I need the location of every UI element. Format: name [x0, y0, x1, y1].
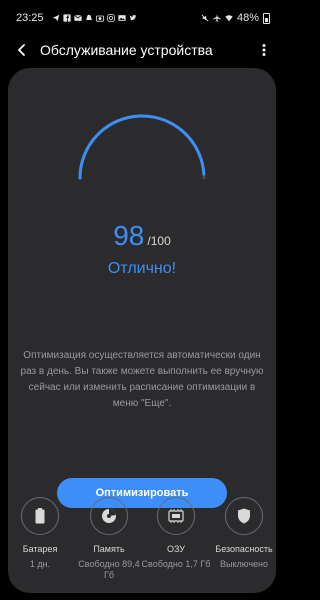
- tool-battery-value: 1 дн.: [29, 559, 51, 569]
- battery-icon: [35, 508, 45, 524]
- score-display: 98/100: [8, 222, 276, 250]
- tool-memory-label: ОЗУ: [166, 544, 186, 554]
- tool-battery[interactable]: Батарея 1 дн.: [5, 497, 75, 570]
- tool-security-label: Безопасность: [215, 544, 273, 554]
- notification-icons: [52, 14, 137, 22]
- memory-icon: [168, 509, 184, 523]
- camera-icon: [95, 15, 104, 22]
- mail-icon: [73, 14, 82, 21]
- tool-storage-label: Память: [93, 544, 125, 554]
- airplane-icon: [213, 14, 221, 22]
- tool-memory-circle[interactable]: [157, 497, 195, 535]
- back-button[interactable]: [12, 40, 32, 60]
- facebook-icon: [62, 14, 71, 22]
- tool-security-value: Выключено: [220, 559, 268, 569]
- chevron-left-icon: [18, 44, 25, 56]
- page-title: Обслуживание устройства: [40, 42, 213, 58]
- tool-security[interactable]: Безопасность Выключено: [209, 497, 279, 570]
- tool-memory-value: Свободно 1,7 Гб: [141, 559, 211, 569]
- shield-icon: [238, 508, 250, 524]
- tool-storage[interactable]: Память Свободно 89,4 Гб: [74, 497, 144, 581]
- tools-row: Батарея 1 дн. Память Свободно 89,4 Гб ОЗ…: [0, 497, 284, 597]
- score-status: Отлично!: [107, 260, 177, 277]
- optimization-description: Оптимизация осуществляется автоматически…: [20, 350, 264, 409]
- tool-storage-circle[interactable]: [90, 497, 128, 535]
- tool-battery-label: Батарея: [22, 544, 58, 554]
- gauge-progress: [78, 114, 206, 180]
- instagram-icon: [106, 14, 115, 22]
- gauge-track: [78, 114, 206, 180]
- telegram-icon: [52, 14, 59, 22]
- tool-security-circle[interactable]: [225, 497, 263, 535]
- tool-storage-value: Свободно 89,4 Гб: [78, 559, 140, 580]
- score-max: /100: [147, 234, 171, 248]
- image-icon: [117, 15, 126, 21]
- mute-icon: [201, 14, 209, 22]
- wifi-icon: [225, 15, 233, 22]
- battery-icon: [263, 12, 270, 24]
- snapchat-icon: [85, 14, 92, 20]
- app-header: Обслуживание устройства: [0, 36, 284, 64]
- status-bar: 23:25 48%: [0, 0, 284, 36]
- status-time: 23:25: [16, 12, 44, 24]
- tool-memory[interactable]: ОЗУ Свободно 1,7 Гб: [141, 497, 211, 570]
- twitter-icon: [129, 14, 136, 21]
- status-right: 48%: [201, 12, 270, 24]
- tool-battery-circle[interactable]: [21, 497, 59, 535]
- more-options-button[interactable]: [256, 40, 272, 60]
- battery-percent: 48%: [236, 12, 259, 24]
- storage-icon: [102, 509, 116, 523]
- status-left: 23:25: [16, 12, 137, 24]
- more-vert-icon: [262, 44, 266, 56]
- score-value: 98: [113, 220, 145, 251]
